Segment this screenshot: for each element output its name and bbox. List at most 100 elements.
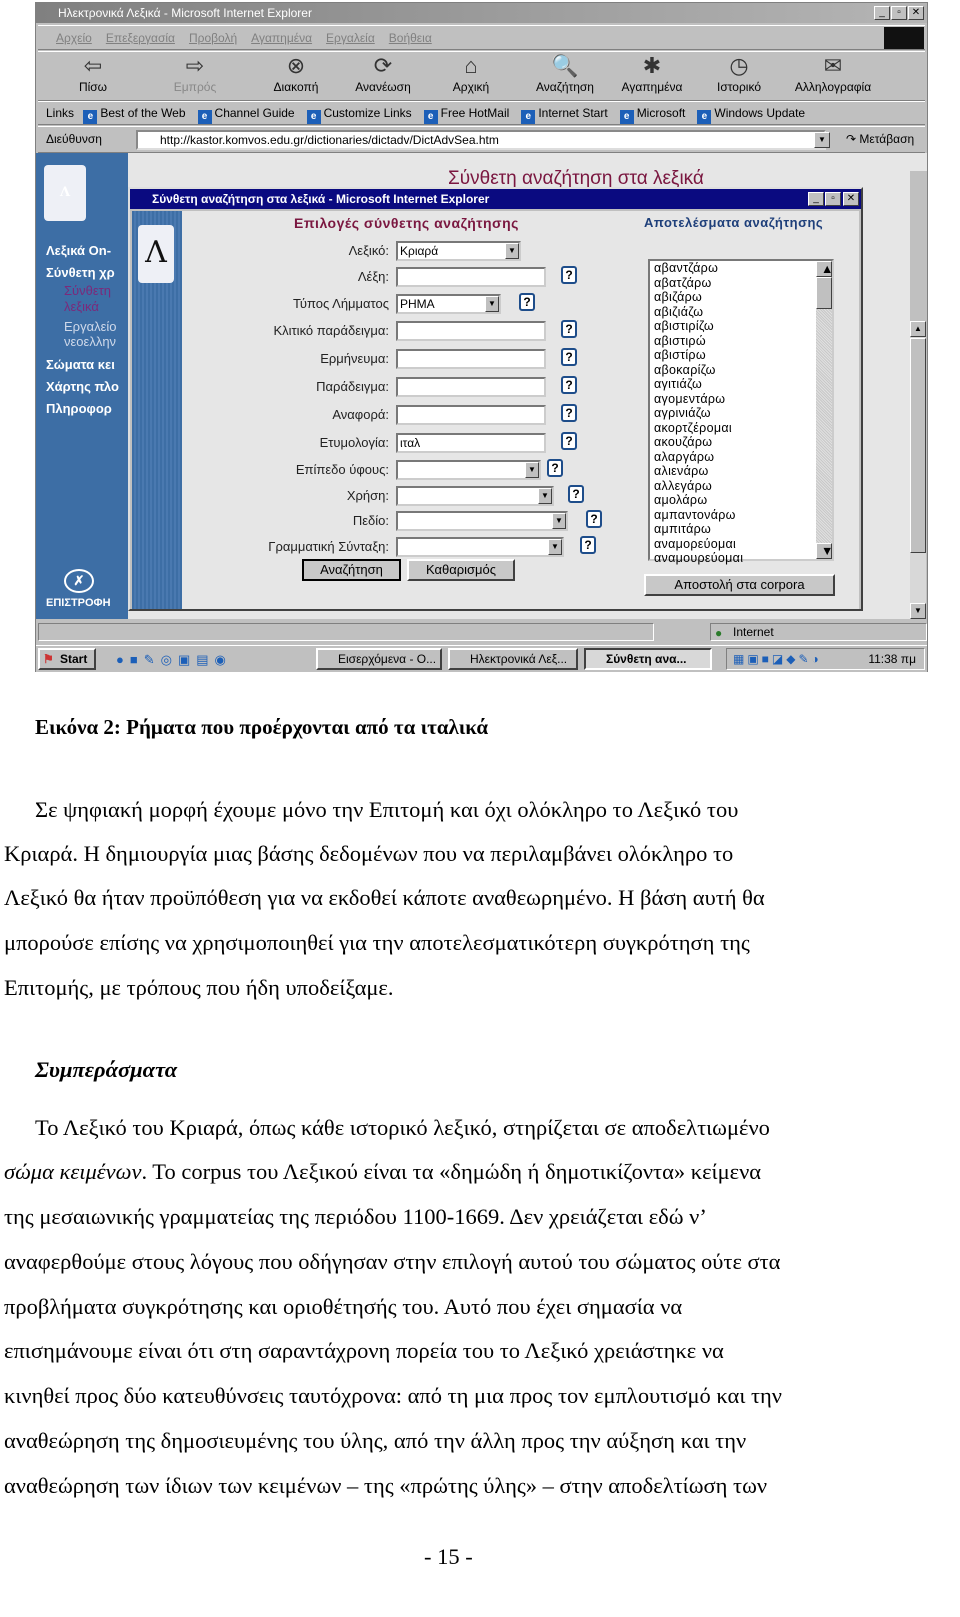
field-select[interactable]: ▼ — [396, 460, 541, 480]
return-link[interactable]: ΕΠΙΣΤΡΟΦΗ — [46, 597, 128, 609]
result-item[interactable]: ακουζάρω — [650, 435, 816, 450]
field-input[interactable]: ιταλ — [396, 433, 546, 453]
toolbar-back-arrow-button[interactable]: ⇦ Πίσω — [53, 52, 133, 94]
link-item[interactable]: e Microsoft — [619, 106, 685, 124]
result-item[interactable]: αβιζιάζω — [650, 305, 816, 320]
chevron-down-icon[interactable]: ▼ — [485, 296, 499, 312]
result-item[interactable]: αβιστιρίζω — [650, 319, 816, 334]
scroll-thumb[interactable] — [816, 277, 832, 309]
toolbar-refresh-button[interactable]: ⟳ Ανανέωση — [343, 52, 423, 94]
chevron-down-icon[interactable]: ▼ — [548, 539, 562, 555]
scroll-down-icon[interactable]: ▼ — [816, 543, 833, 559]
menu-favorites[interactable]: Αγαπημένα — [251, 31, 312, 45]
sidebar-item[interactable]: Πληροφορ — [46, 401, 128, 416]
help-icon[interactable]: ? — [586, 510, 602, 528]
help-icon[interactable]: ? — [561, 432, 577, 450]
menu-file[interactable]: Αρχείο — [56, 31, 92, 45]
menu-tools[interactable]: Εργαλεία — [326, 31, 375, 45]
menu-help[interactable]: Βοήθεια — [389, 31, 432, 45]
field-input[interactable] — [396, 405, 546, 425]
help-icon[interactable]: ? — [547, 459, 563, 477]
result-item[interactable]: αβιζάρω — [650, 290, 816, 305]
field-select[interactable]: Κριαρά ▼ — [396, 241, 521, 261]
field-select[interactable]: ΡΗΜΑ ▼ — [396, 294, 501, 314]
field-input[interactable] — [396, 321, 546, 341]
help-icon[interactable]: ? — [580, 536, 596, 554]
result-item[interactable]: αλαργάρω — [650, 450, 816, 465]
taskbar-task-active[interactable]: Σύνθετη ανα... — [584, 648, 712, 670]
toolbar-favorites-button[interactable]: ✱ Αγαπημένα — [612, 52, 692, 94]
dialog-minimize-button[interactable]: _ — [808, 192, 824, 206]
dialog-maximize-button[interactable]: ▫ — [825, 192, 841, 206]
help-icon[interactable]: ? — [561, 348, 577, 366]
chevron-down-icon[interactable]: ▼ — [552, 513, 566, 529]
sidebar-item[interactable]: Σώματα κει — [46, 357, 128, 372]
toolbar-stop-button[interactable]: ⊗ Διακοπή — [256, 52, 336, 94]
page-scroll-up-icon[interactable]: ▲ — [910, 321, 926, 337]
address-input[interactable]: http://kastor.komvos.edu.gr/dictionaries… — [136, 130, 826, 150]
taskbar-task[interactable]: Εισερχόμενα - O... — [316, 648, 442, 670]
minimize-button[interactable]: _ — [874, 6, 890, 20]
taskbar-task[interactable]: Ηλεκτρονικά Λεξ... — [448, 648, 578, 670]
clear-button[interactable]: Καθαρισμός — [407, 559, 515, 581]
sidebar-item[interactable]: Χάρτης πλο — [46, 379, 128, 394]
result-item[interactable]: αμπαντονάρω — [650, 508, 816, 523]
toolbar-mail-button[interactable]: ✉ Αλληλογραφία — [793, 52, 873, 94]
toolbar-search-button[interactable]: 🔍 Αναζήτηση — [525, 52, 605, 94]
result-item[interactable]: αβιστίρω — [650, 348, 816, 363]
page-scroll-down-icon[interactable]: ▼ — [910, 603, 926, 619]
field-select[interactable]: ▼ — [396, 486, 554, 506]
result-item[interactable]: αγρινιάζω — [650, 406, 816, 421]
result-item[interactable]: αγιτιάζω — [650, 377, 816, 392]
search-button[interactable]: Αναζήτηση — [302, 559, 401, 581]
help-icon[interactable]: ? — [561, 320, 577, 338]
sidebar-item[interactable]: Λεξικά On- — [46, 243, 128, 258]
help-icon[interactable]: ? — [519, 293, 535, 311]
help-icon[interactable]: ? — [561, 404, 577, 422]
dialog-close-button[interactable]: ✕ — [843, 192, 859, 206]
address-dropdown-icon[interactable]: ▼ — [814, 132, 830, 148]
go-button[interactable]: ↷ Μετάβαση — [846, 132, 914, 146]
toolbar-forward-arrow-button[interactable]: ⇨ Εμπρός — [155, 52, 235, 94]
menu-edit[interactable]: Επεξεργασία — [106, 31, 175, 45]
field-input[interactable] — [396, 377, 546, 397]
return-logo-icon[interactable]: ✗ — [64, 569, 94, 593]
quick-launch-icons[interactable]: ●■✎◎▣▤◉ — [116, 652, 232, 668]
result-item[interactable]: αλλεγάρω — [650, 479, 816, 494]
field-input[interactable] — [396, 267, 546, 287]
tray-icons[interactable]: ▦▣■◪◆✎◑ — [733, 652, 822, 666]
toolbar-history-button[interactable]: ◷ Ιστορικό — [699, 52, 779, 94]
field-select[interactable]: ▼ — [396, 537, 564, 557]
page-scroll-thumb[interactable] — [910, 338, 926, 553]
result-item[interactable]: αβαντζάρω — [650, 261, 816, 276]
result-item[interactable]: ακορτζέρομαι — [650, 421, 816, 436]
scroll-up-icon[interactable]: ▲ — [816, 261, 833, 277]
field-input[interactable] — [396, 349, 546, 369]
result-item[interactable]: αγομεντάρω — [650, 392, 816, 407]
link-item[interactable]: e Free HotMail — [423, 106, 509, 124]
send-to-corpora-button[interactable]: Αποστολή στα corpora — [644, 574, 835, 596]
field-select[interactable]: ▼ — [396, 511, 568, 531]
result-item[interactable]: αναμορεύομαι — [650, 537, 816, 552]
result-item[interactable]: αβοκαρίζω — [650, 363, 816, 378]
sidebar-item[interactable]: Σύνθετη χρ — [46, 265, 128, 280]
link-item[interactable]: e Channel Guide — [197, 106, 295, 124]
chevron-down-icon[interactable]: ▼ — [505, 243, 519, 259]
toolbar-home-button[interactable]: ⌂ Αρχική — [431, 52, 511, 94]
link-item[interactable]: e Best of the Web — [83, 106, 186, 124]
result-item[interactable]: αναμουρεύομαι — [650, 551, 816, 566]
maximize-button[interactable]: ▫ — [891, 6, 907, 20]
menu-view[interactable]: Προβολή — [189, 31, 237, 45]
result-item[interactable]: αμπιτάρω — [650, 522, 816, 537]
close-button[interactable]: ✕ — [908, 6, 924, 20]
link-item[interactable]: e Internet Start — [521, 106, 608, 124]
result-item[interactable]: αβιστιρώ — [650, 334, 816, 349]
link-item[interactable]: e Customize Links — [306, 106, 412, 124]
chevron-down-icon[interactable]: ▼ — [525, 462, 539, 478]
link-item[interactable]: e Windows Update — [697, 106, 805, 124]
start-button[interactable]: ⚑ Start — [38, 648, 96, 670]
results-listbox[interactable]: αβαντζάρω αβατζάρω αβιζάρω αβιζιάζω αβιστιρί… — [648, 259, 834, 565]
chevron-down-icon[interactable]: ▼ — [538, 488, 552, 504]
help-icon[interactable]: ? — [568, 485, 584, 503]
result-item[interactable]: αλιενάρω — [650, 464, 816, 479]
